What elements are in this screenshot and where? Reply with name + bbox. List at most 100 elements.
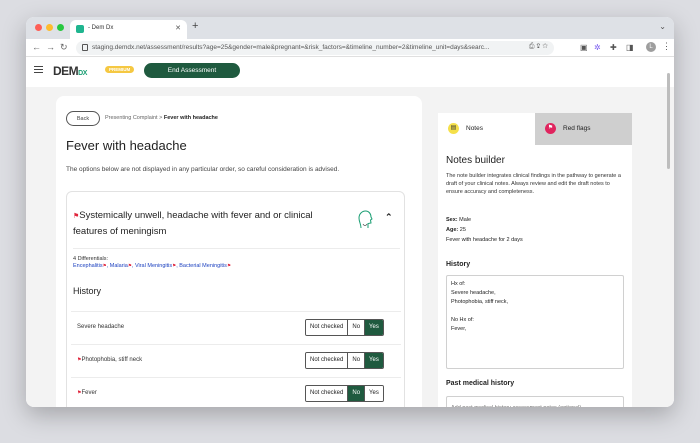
browser-tab[interactable]: - Dem Dx ✕ xyxy=(70,20,187,39)
bookmark-star-icon[interactable]: ⎙ ⇪ ☆ xyxy=(529,43,548,51)
differential-link-bacterial-meningitis[interactable]: Bacterial Meningitis xyxy=(179,263,227,269)
finding-toggle: Not checked No Yes xyxy=(305,319,384,336)
patient-complaint: Fever with headache for 2 days xyxy=(446,237,523,243)
history-row-label: Severe headache xyxy=(77,324,124,330)
red-flag-icon: ⚑ xyxy=(226,263,231,268)
reload-icon[interactable]: ↻ xyxy=(60,42,68,53)
history-row-label: ⚑Fever xyxy=(77,390,97,396)
close-tab-icon[interactable]: ✕ xyxy=(175,24,181,32)
yes-option[interactable]: Yes xyxy=(364,353,383,368)
notes-builder-title: Notes builder xyxy=(446,155,505,166)
finding-toggle: Not checked No Yes xyxy=(305,385,384,402)
logo-sub-text: DX xyxy=(78,70,87,77)
differentials-list: Encephalitis⚑, Malaria⚑, Viral Meningiti… xyxy=(73,263,231,269)
differential-title: ⚑Systemically unwell, headache with feve… xyxy=(73,208,333,239)
differential-link-encephalitis[interactable]: Encephalitis xyxy=(73,263,103,269)
red-flag-icon: ⚑ xyxy=(172,263,177,268)
notes-builder-description: The note builder integrates clinical fin… xyxy=(446,173,621,195)
tab-notes-label: Notes xyxy=(466,125,483,132)
tab-title: - Dem Dx xyxy=(88,25,114,31)
browser-toolbar: ← → ↻ staging.demdx.net/assessment/resul… xyxy=(26,39,674,57)
pmh-input[interactable] xyxy=(446,396,624,407)
favicon-icon xyxy=(76,25,84,33)
history-row-text: Photophobia, stiff neck xyxy=(81,357,143,363)
close-window-button[interactable] xyxy=(35,24,42,31)
divider xyxy=(73,248,400,249)
tab-red-flags-label: Red flags xyxy=(563,125,591,132)
page-title: Fever with headache xyxy=(66,138,187,153)
address-bar[interactable]: staging.demdx.net/assessment/results?age… xyxy=(76,41,554,55)
new-tab-icon[interactable]: + xyxy=(192,20,198,32)
yes-option[interactable]: Yes xyxy=(364,386,383,401)
lock-icon xyxy=(82,44,88,51)
history-heading: History xyxy=(73,286,102,296)
app-header: DEMDX PREMIUM End Assessment xyxy=(26,57,674,87)
minimize-window-button[interactable] xyxy=(46,24,53,31)
history-row: ⚑Photophobia, stiff neck Not checked No … xyxy=(71,344,401,376)
differential-link-viral-meningitis[interactable]: Viral Meningitis xyxy=(135,263,172,269)
history-row-label: ⚑Photophobia, stiff neck xyxy=(77,357,142,363)
no-option[interactable]: No xyxy=(347,386,365,401)
main-card: Back Presenting Complaint > Fever with h… xyxy=(56,96,422,407)
no-option[interactable]: No xyxy=(347,353,365,368)
premium-badge: PREMIUM xyxy=(105,66,135,73)
history-row: ⚑Fever Not checked No Yes xyxy=(71,377,401,407)
page-scrollbar[interactable] xyxy=(667,73,670,169)
no-option[interactable]: No xyxy=(347,320,365,335)
history-row-text: Fever xyxy=(81,390,97,396)
history-notes-textarea[interactable]: Hx of: Severe headache, Photophobia, sti… xyxy=(446,275,624,369)
not-checked-option[interactable]: Not checked xyxy=(306,353,348,368)
profile-avatar[interactable]: L xyxy=(646,42,656,52)
notes-history-heading: History xyxy=(446,261,471,268)
sex-label: Sex: xyxy=(446,217,458,223)
age-label: Age: xyxy=(446,227,459,233)
red-flag-icon: ⚑ xyxy=(127,263,132,268)
finding-toggle: Not checked No Yes xyxy=(305,352,384,369)
end-assessment-button[interactable]: End Assessment xyxy=(144,63,240,78)
history-row-text: Severe headache xyxy=(77,324,125,330)
maximize-window-button[interactable] xyxy=(57,24,64,31)
red-flag-icon: ⚑ xyxy=(102,263,107,268)
patient-sex: Sex: Male xyxy=(446,217,471,223)
age-value: 25 xyxy=(459,227,466,233)
not-checked-option[interactable]: Not checked xyxy=(306,386,348,401)
tab-search-icon[interactable]: ⌄ xyxy=(659,22,666,31)
back-arrow-icon[interactable]: ← xyxy=(32,42,41,52)
sidepanel-icon[interactable]: ◨ xyxy=(626,43,634,52)
forward-arrow-icon[interactable]: → xyxy=(46,42,55,52)
notes-icon: ▤ xyxy=(448,123,459,134)
differentials-count: 4 Differentials: xyxy=(73,256,109,262)
notes-sidebar: ▤ Notes ⚑ Red flags Notes builder The no… xyxy=(438,113,632,407)
breadcrumb-separator: > xyxy=(159,115,163,121)
extension-icon[interactable]: ▣ xyxy=(580,43,588,52)
hamburger-menu-icon[interactable] xyxy=(34,66,43,73)
breadcrumb-parent[interactable]: Presenting Complaint xyxy=(105,115,158,121)
app-logo[interactable]: DEMDX xyxy=(53,64,87,78)
tab-notes[interactable]: ▤ Notes xyxy=(438,113,535,145)
red-flag-icon: ⚑ xyxy=(545,123,556,134)
head-neck-icon xyxy=(358,210,373,229)
differential-link-malaria[interactable]: Malaria xyxy=(110,263,128,269)
breadcrumb: Presenting Complaint > Fever with headac… xyxy=(105,115,218,121)
puzzle-icon[interactable]: ✚ xyxy=(610,43,617,52)
extension-gear-icon[interactable]: ✲ xyxy=(594,43,601,52)
patient-age: Age: 25 xyxy=(446,227,466,233)
order-note: The options below are not displayed in a… xyxy=(66,166,340,173)
not-checked-option[interactable]: Not checked xyxy=(306,320,348,335)
url-text: staging.demdx.net/assessment/results?age… xyxy=(92,44,490,51)
pmh-heading: Past medical history xyxy=(446,380,515,387)
back-button[interactable]: Back xyxy=(66,111,100,126)
collapse-chevron-up-icon[interactable]: ⌃ xyxy=(385,212,393,223)
breadcrumb-current: Fever with headache xyxy=(163,115,218,121)
tab-bar: - Dem Dx ✕ + ⌄ xyxy=(26,17,674,39)
yes-option[interactable]: Yes xyxy=(364,320,383,335)
page-content: DEMDX PREMIUM End Assessment Back Presen… xyxy=(26,57,674,407)
tab-red-flags[interactable]: ⚑ Red flags xyxy=(535,113,632,145)
differential-title-text: Systemically unwell, headache with fever… xyxy=(73,210,313,237)
logo-main-text: DEM xyxy=(53,64,79,78)
history-row: Severe headache Not checked No Yes xyxy=(71,311,401,343)
browser-window: - Dem Dx ✕ + ⌄ ← → ↻ staging.demdx.net/a… xyxy=(26,17,674,407)
differential-card: ⚑ Systemically unwell, headache with feve… xyxy=(66,191,405,407)
sex-value: Male xyxy=(459,217,472,223)
browser-menu-icon[interactable]: ⋮ xyxy=(662,41,671,52)
